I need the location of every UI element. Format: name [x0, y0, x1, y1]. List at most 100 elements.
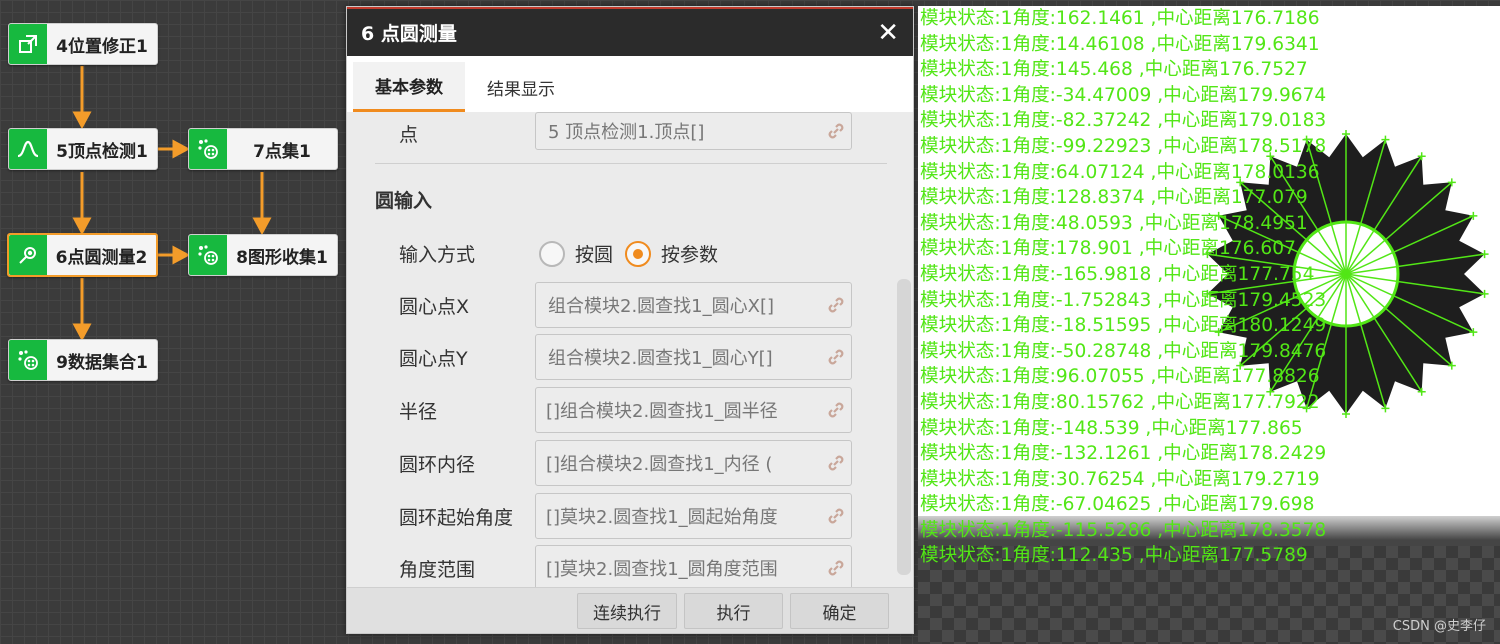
point-set-icon — [189, 129, 227, 169]
point-value: 5 顶点检测1.顶点[] — [548, 122, 705, 143]
result-line: 模块状态:1角度:-50.28748 ,中心距离179.8476 — [920, 340, 1327, 362]
field-label: 圆环起始角度 — [399, 507, 514, 529]
result-line: 模块状态:1角度:-148.539 ,中心距离177.865 — [920, 417, 1303, 439]
flow-node-point-set[interactable]: 7点集1 — [188, 128, 338, 170]
node-label: 8图形收集1 — [236, 247, 328, 268]
radio-by-circle[interactable]: 按圆 — [539, 240, 613, 267]
start-angle-field[interactable]: 莫块2.圆查找1_圆起始角度[] — [535, 493, 852, 539]
field-value: 组合模块2.圆查找1_圆心Y[] — [548, 348, 773, 369]
field-row-radius: 半径 组合模块2.圆查找1_圆半径[] — [347, 385, 913, 433]
result-text-list: 模块状态:1角度:162.1461 ,中心距离176.7186 模块状态:1角度:… — [920, 6, 1326, 569]
result-line: 模块状态:1角度:-1.752843 ,中心距离179.4523 — [920, 289, 1327, 311]
content-scrollbar[interactable] — [897, 279, 911, 575]
link-icon[interactable] — [821, 399, 851, 421]
radius-field[interactable]: 组合模块2.圆查找1_圆半径[] — [535, 387, 852, 433]
dialog-title: 6 点圆测量 — [361, 23, 457, 45]
flow-node-circle-measure[interactable]: 6点圆测量2 — [7, 233, 158, 277]
node-label: 5顶点检测1 — [56, 141, 148, 162]
result-line: 模块状态:1角度:48.0593 ,中心距离178.4951 — [920, 212, 1308, 234]
radio-unchecked-icon — [539, 240, 565, 267]
link-icon[interactable] — [821, 294, 851, 316]
result-line: 模块状态:1角度:-115.5286 ,中心距离178.3578 — [920, 519, 1327, 541]
field-row-center-x: 圆心点X 组合模块2.圆查找1_圆心X[] — [347, 280, 913, 328]
dialog-footer: 连续执行 执行 确定 — [347, 587, 913, 633]
result-line: 模块状态:1角度:64.07124 ,中心距离178.0136 — [920, 161, 1320, 183]
result-line: 模块状态:1角度:178.901 ,中心距离176.607 — [920, 238, 1296, 260]
link-icon[interactable] — [821, 346, 851, 368]
angle-range-field[interactable]: 莫块2.圆查找1_圆角度范围[] — [535, 545, 852, 590]
result-line: 模块状态:1角度:80.15762 ,中心距离177.7922 — [920, 391, 1320, 413]
result-line: 模块状态:1角度:112.435 ,中心距离177.5789 — [920, 545, 1308, 567]
point-label: 点 — [399, 124, 419, 146]
field-value: 莫块2.圆查找1_圆起始角度[] — [546, 507, 778, 528]
result-line: 模块状态:1角度:-18.51595 ,中心距离180.1249 — [920, 315, 1327, 337]
image-viewer[interactable]: 模块状态:1角度:162.1461 ,中心距离176.7186 模块状态:1角度:… — [918, 6, 1500, 644]
field-row-center-y: 圆心点Y 组合模块2.圆查找1_圆心Y[] — [347, 332, 913, 380]
result-line: 模块状态:1角度:145.468 ,中心距离176.7527 — [920, 59, 1308, 81]
result-line: 模块状态:1角度:-132.1261 ,中心距离178.2429 — [920, 443, 1327, 465]
point-field[interactable]: 5 顶点检测1.顶点[] — [535, 112, 852, 150]
flow-node-data-set[interactable]: 9数据集合1 — [8, 339, 158, 381]
tab-basic-params[interactable]: 基本参数 — [353, 62, 465, 112]
section-title: 圆输入 — [375, 190, 433, 212]
result-line: 模块状态:1角度:128.8374 ,中心距离177.079 — [920, 187, 1308, 209]
tab-result-display[interactable]: 结果显示 — [465, 62, 577, 112]
field-row-angle-range: 角度范围 莫块2.圆查找1_圆角度范围[] — [347, 543, 913, 590]
result-line: 模块状态:1角度:162.1461 ,中心距离176.7186 — [920, 8, 1320, 29]
radio-checked-icon — [625, 240, 651, 267]
link-icon[interactable] — [821, 452, 851, 474]
field-label: 圆心点X — [399, 296, 470, 318]
peak-marker-icon — [1480, 289, 1489, 298]
input-mode-label: 输入方式 — [399, 244, 476, 266]
ok-button[interactable]: 确定 — [790, 593, 889, 629]
field-row-inner-radius: 圆环内径 ) 组合模块2.圆查找1_内径[] — [347, 438, 913, 486]
field-label: 角度范围 — [399, 559, 476, 581]
result-line: 模块状态:1角度:-82.37242 ,中心距离179.0183 — [920, 110, 1327, 132]
peak-marker-icon — [1480, 250, 1489, 259]
field-label: 圆环内径 — [399, 454, 476, 476]
close-icon[interactable]: ✕ — [877, 20, 899, 46]
link-icon[interactable] — [821, 557, 851, 579]
dialog-tabs: 基本参数 结果显示 — [347, 56, 913, 112]
result-line: 模块状态:1角度:-99.22923 ,中心距离178.5178 — [920, 135, 1327, 157]
link-icon[interactable] — [821, 505, 851, 527]
watermark: CSDN @史李仔 — [1392, 619, 1486, 634]
dialog-content[interactable]: 点 5 顶点检测1.顶点[] 圆输入 输入方式 按圆 按参数 圆心点X 组合模块… — [347, 112, 913, 590]
field-label: 圆心点Y — [399, 348, 468, 370]
link-icon[interactable] — [821, 120, 851, 142]
circle-measure-icon — [9, 235, 47, 275]
flow-canvas[interactable]: 4位置修正1 5顶点检测1 7点集1 6点圆测量2 8图形收集1 9数据集合1 — [0, 0, 346, 644]
peak-detection-icon — [9, 129, 47, 169]
dialog-titlebar[interactable]: 6 点圆测量 ✕ — [347, 7, 913, 56]
input-mode-row: 输入方式 按圆 按参数 — [347, 228, 913, 274]
run-continuous-button[interactable]: 连续执行 — [577, 593, 677, 629]
field-value: ) 组合模块2.圆查找1_内径[] — [546, 454, 773, 475]
field-value: 组合模块2.圆查找1_圆心X[] — [548, 296, 775, 317]
field-row-start-angle: 圆环起始角度 莫块2.圆查找1_圆起始角度[] — [347, 491, 913, 539]
result-line: 模块状态:1角度:-67.04625 ,中心距离179.698 — [920, 494, 1315, 516]
result-line: 模块状态:1角度:30.76254 ,中心距离179.2719 — [920, 468, 1320, 490]
inner-radius-field[interactable]: ) 组合模块2.圆查找1_内径[] — [535, 440, 852, 486]
node-label: 9数据集合1 — [56, 352, 148, 373]
position-correction-icon — [9, 24, 47, 64]
point-row: 点 5 顶点检测1.顶点[] — [347, 112, 913, 158]
flow-node-shape-collect[interactable]: 8图形收集1 — [188, 234, 338, 276]
peak-marker-icon — [1342, 410, 1350, 418]
flow-connectors — [72, 66, 272, 342]
result-line: 模块状态:1角度:14.46108 ,中心距离179.6341 — [920, 33, 1320, 55]
center-x-field[interactable]: 组合模块2.圆查找1_圆心X[] — [535, 282, 852, 328]
field-value: 组合模块2.圆查找1_圆半径[] — [546, 401, 778, 422]
section-divider — [375, 163, 887, 164]
result-line: 模块状态:1角度:-165.9818 ,中心距离177.754 — [920, 263, 1315, 285]
result-line: 模块状态:1角度:96.07055 ,中心距离177.8826 — [920, 366, 1320, 388]
flow-node-peak-detection[interactable]: 5顶点检测1 — [8, 128, 158, 170]
field-value: 莫块2.圆查找1_圆角度范围[] — [546, 559, 778, 580]
node-label: 7点集1 — [253, 141, 311, 162]
run-button[interactable]: 执行 — [684, 593, 783, 629]
peak-marker-icon — [1342, 130, 1350, 138]
center-y-field[interactable]: 组合模块2.圆查找1_圆心Y[] — [535, 334, 852, 380]
node-label: 4位置修正1 — [56, 36, 148, 57]
radio-by-params[interactable]: 按参数 — [625, 240, 718, 267]
circle-measure-dialog: 6 点圆测量 ✕ 基本参数 结果显示 点 5 顶点检测1.顶点[] 圆输入 输入… — [346, 6, 914, 634]
flow-node-position-correction[interactable]: 4位置修正1 — [8, 23, 158, 65]
